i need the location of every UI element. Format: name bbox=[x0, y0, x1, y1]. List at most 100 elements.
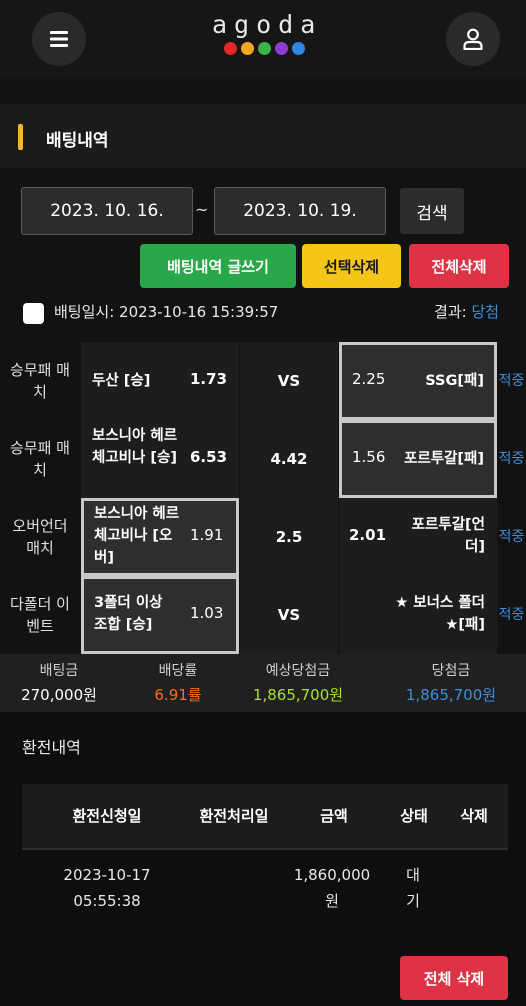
col-amount: 금액 bbox=[320, 807, 348, 825]
result-badge: 적중 bbox=[497, 342, 526, 420]
odds-summary: 배당률 6.91률 bbox=[128, 660, 228, 705]
section-header: 배팅내역 bbox=[0, 104, 526, 168]
exchange-request-date: 2023-10-17 05:55:38 bbox=[40, 862, 174, 914]
menu-button[interactable] bbox=[32, 12, 86, 66]
bet-row: 승무패 매치 두산 [승] 1.73 VS 2.25 SSG[패] 적중 bbox=[0, 342, 526, 420]
away-odds: 2.25 bbox=[352, 370, 386, 388]
home-team: 보스니아 헤르체고비나 [오버] bbox=[94, 506, 180, 566]
date-from-input[interactable]: 2023. 10. 16. bbox=[21, 187, 193, 235]
logo-text: agoda bbox=[212, 10, 323, 39]
header-spacer bbox=[0, 78, 526, 104]
away-team: 포르투갈[언더] bbox=[411, 517, 485, 555]
status-line2: 기 bbox=[406, 892, 420, 910]
stake-summary: 배팅금 270,000원 bbox=[8, 660, 110, 705]
date-to-input[interactable]: 2023. 10. 19. bbox=[214, 187, 386, 235]
col-request-date: 환전신청일 bbox=[72, 807, 142, 825]
away-team: 포르투갈[패] bbox=[404, 451, 484, 467]
request-time: 05:55:38 bbox=[73, 892, 141, 910]
result-badge: 적중 bbox=[497, 498, 526, 576]
date-separator: ~ bbox=[195, 200, 209, 219]
stake-label: 배팅금 bbox=[39, 663, 79, 679]
home-selection[interactable]: 두산 [승] 1.73 bbox=[81, 342, 239, 420]
home-team: 두산 [승] bbox=[92, 373, 151, 389]
stake-value: 270,000원 bbox=[21, 686, 97, 704]
col-processed-date: 환전처리일 bbox=[199, 807, 269, 825]
bet-select-checkbox[interactable] bbox=[23, 303, 44, 324]
away-odds: 2.01 bbox=[349, 526, 387, 544]
section-title: 배팅내역 bbox=[46, 131, 109, 151]
bet-type: 오버언더 매치 bbox=[0, 498, 80, 576]
bet-row: 승무패 매치 보스니아 헤르체고비나 [승] 6.53 4.42 1.56 포르… bbox=[0, 420, 526, 498]
draw-selection[interactable]: 2.5 bbox=[240, 498, 338, 576]
logo-dot-blue bbox=[291, 42, 305, 55]
result-badge: 적중 bbox=[497, 420, 526, 498]
app-header: agoda bbox=[0, 0, 526, 78]
section-accent-bar bbox=[18, 124, 23, 150]
home-selection[interactable]: 보스니아 헤르체고비나 [승] 6.53 bbox=[81, 420, 239, 498]
home-selection-selected[interactable]: 3폴더 이상 조합 [승] 1.03 bbox=[81, 576, 239, 654]
write-bet-history-button[interactable]: 배팅내역 글쓰기 bbox=[140, 244, 296, 288]
table-divider bbox=[22, 848, 508, 850]
expected-label: 예상당첨금 bbox=[265, 663, 331, 679]
delete-selected-button[interactable]: 선택삭제 bbox=[302, 244, 401, 288]
exchange-title: 환전내역 bbox=[22, 738, 81, 757]
odds-label: 배당률 bbox=[158, 663, 198, 679]
bet-type: 승무패 매치 bbox=[0, 342, 80, 420]
away-team: SSG[패] bbox=[425, 373, 484, 389]
home-team: 보스니아 헤르체고비나 [승] bbox=[92, 428, 178, 466]
draw-selection[interactable]: VS bbox=[240, 342, 338, 420]
bet-result-value: 당첨 bbox=[471, 303, 500, 321]
bet-type: 승무패 매치 bbox=[0, 420, 80, 498]
logo-dot-green bbox=[257, 42, 271, 55]
exchange-table-header: 환전신청일 환전처리일 금액 상태 삭제 bbox=[22, 784, 508, 848]
draw-selection[interactable]: VS bbox=[240, 576, 338, 654]
user-icon bbox=[463, 28, 483, 50]
odds-value: 6.91률 bbox=[154, 686, 202, 704]
bet-result-label: 결과: bbox=[434, 303, 467, 321]
bet-datetime: 배팅일시: 2023-10-16 15:39:57 bbox=[54, 303, 279, 321]
bet-result: 결과: 당첨 bbox=[434, 301, 499, 322]
user-button[interactable] bbox=[446, 12, 500, 66]
home-odds: 1.03 bbox=[190, 604, 224, 622]
search-button[interactable]: 검색 bbox=[400, 188, 464, 234]
logo-dots bbox=[206, 42, 322, 55]
bet-row: 다폴더 이벤트 3폴더 이상 조합 [승] 1.03 VS ★ 보너스 폴더 ★… bbox=[0, 576, 526, 654]
away-selection-selected[interactable]: 1.56 포르투갈[패] bbox=[339, 420, 497, 498]
home-odds: 1.73 bbox=[190, 370, 228, 388]
exchange-section: 환전내역 환전신청일 환전처리일 금액 상태 삭제 2023-10-17 05:… bbox=[0, 712, 526, 1006]
away-selection[interactable]: 2.01 포르투갈[언더] bbox=[339, 498, 497, 576]
result-badge: 적중 bbox=[497, 576, 526, 654]
agoda-logo[interactable]: agoda bbox=[206, 10, 322, 55]
bet-summary: 배팅금 270,000원 배당률 6.91률 예상당첨금 1,865,700원 … bbox=[0, 654, 526, 712]
bet-info-bar: 배팅일시: 2023-10-16 15:39:57 결과: 당첨 bbox=[0, 292, 526, 334]
exchange-amount: 1,860,000 원 bbox=[284, 862, 380, 914]
home-odds: 1.91 bbox=[190, 526, 224, 544]
win-label: 당첨금 bbox=[431, 663, 471, 679]
away-odds: 1.56 bbox=[352, 448, 386, 466]
home-team: 3폴더 이상 조합 [승] bbox=[94, 595, 163, 633]
hamburger-menu-icon bbox=[50, 31, 68, 47]
exchange-status: 대 기 bbox=[398, 862, 428, 914]
exchange-delete-all-button[interactable]: 전체 삭제 bbox=[400, 956, 508, 1000]
delete-all-button[interactable]: 전체삭제 bbox=[409, 244, 509, 288]
home-selection-selected[interactable]: 보스니아 헤르체고비나 [오버] 1.91 bbox=[81, 498, 239, 576]
amount-unit: 원 bbox=[325, 892, 339, 910]
win-summary: 당첨금 1,865,700원 bbox=[392, 660, 510, 705]
logo-dot-purple bbox=[274, 42, 288, 55]
away-team: ★ 보너스 폴더 ★[패] bbox=[395, 595, 485, 633]
home-odds: 6.53 bbox=[190, 448, 228, 466]
expected-summary: 예상당첨금 1,865,700원 bbox=[236, 660, 360, 705]
away-selection[interactable]: ★ 보너스 폴더 ★[패] bbox=[339, 576, 497, 654]
draw-selection[interactable]: 4.42 bbox=[240, 420, 338, 498]
amount-number: 1,860,000 bbox=[293, 866, 371, 884]
expected-value: 1,865,700원 bbox=[252, 686, 344, 704]
win-value: 1,865,700원 bbox=[405, 686, 497, 704]
status-line1: 대 bbox=[406, 866, 420, 884]
col-status: 상태 bbox=[400, 807, 428, 825]
logo-dot-red bbox=[223, 42, 237, 55]
request-date: 2023-10-17 bbox=[63, 866, 151, 884]
bet-type: 다폴더 이벤트 bbox=[0, 576, 80, 654]
logo-dot-orange bbox=[240, 42, 254, 55]
away-selection-selected[interactable]: 2.25 SSG[패] bbox=[339, 342, 497, 420]
col-delete: 삭제 bbox=[460, 807, 488, 825]
